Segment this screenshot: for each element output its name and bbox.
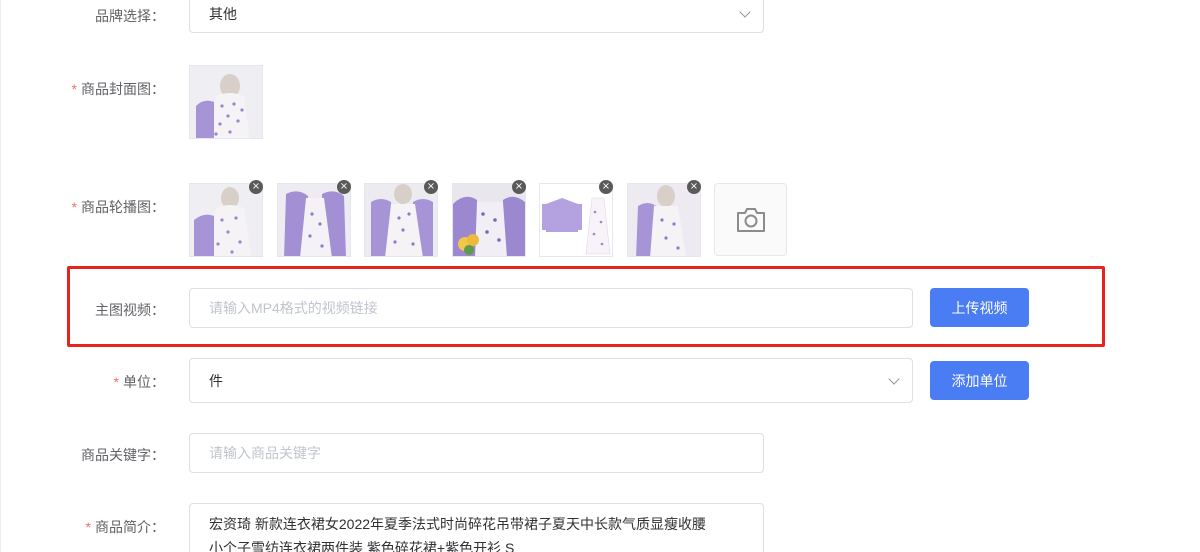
video-url-input[interactable]: 请输入MP4格式的视频链接 xyxy=(189,288,913,328)
add-image-button[interactable] xyxy=(714,183,787,256)
carousel-label: * 商品轮播图： xyxy=(71,199,165,215)
remove-image-2-button[interactable]: × xyxy=(337,180,351,194)
keywords-placeholder: 请输入商品关键字 xyxy=(209,445,321,461)
unit-select-value: 件 xyxy=(209,372,223,389)
video-url-placeholder: 请输入MP4格式的视频链接 xyxy=(209,300,378,316)
intro-textarea[interactable]: 宏资琦 新款连衣裙女2022年夏季法式时尚碎花吊带裙子夏天中长款气质显瘦收腰 小… xyxy=(189,503,764,552)
required-mark: * xyxy=(71,199,77,215)
upload-video-button[interactable]: 上传视频 xyxy=(930,288,1029,327)
carousel-image-4[interactable] xyxy=(452,183,526,257)
unit-select[interactable]: 件 xyxy=(189,358,913,403)
brand-select-value: 其他 xyxy=(209,5,237,22)
unit-label: * 单位： xyxy=(113,374,165,390)
remove-image-3-button[interactable]: × xyxy=(424,180,438,194)
required-mark: * xyxy=(71,81,77,97)
cover-image[interactable] xyxy=(189,65,263,139)
remove-image-1-button[interactable]: × xyxy=(249,180,263,194)
remove-image-6-button[interactable]: × xyxy=(687,180,701,194)
carousel-image-5[interactable] xyxy=(539,183,613,257)
intro-label: * 商品简介： xyxy=(85,519,165,535)
remove-image-5-button[interactable]: × xyxy=(599,180,613,194)
intro-text-line-1: 宏资琦 新款连衣裙女2022年夏季法式时尚碎花吊带裙子夏天中长款气质显瘦收腰 xyxy=(209,516,707,532)
chevron-down-icon xyxy=(739,5,751,18)
camera-icon xyxy=(736,207,765,232)
chevron-down-icon xyxy=(888,372,900,385)
required-mark: * xyxy=(85,519,91,535)
add-unit-button[interactable]: 添加单位 xyxy=(930,361,1029,400)
carousel-image-3[interactable] xyxy=(364,183,438,257)
cover-label: * 商品封面图： xyxy=(71,81,165,97)
required-mark: * xyxy=(113,374,119,390)
keywords-input[interactable]: 请输入商品关键字 xyxy=(189,433,764,473)
remove-image-4-button[interactable]: × xyxy=(512,180,526,194)
brand-select[interactable]: 其他 xyxy=(189,0,764,33)
intro-text-line-2: 小个子雪纺连衣裙两件装 紫色碎花裙+紫色开衫 S xyxy=(209,540,515,552)
carousel-image-2[interactable] xyxy=(277,183,351,257)
carousel-image-1[interactable] xyxy=(189,183,263,257)
brand-label: 品牌选择： xyxy=(95,8,165,24)
video-label: 主图视频： xyxy=(95,302,165,318)
keywords-label: 商品关键字： xyxy=(81,447,165,463)
carousel-image-6[interactable] xyxy=(627,183,701,257)
